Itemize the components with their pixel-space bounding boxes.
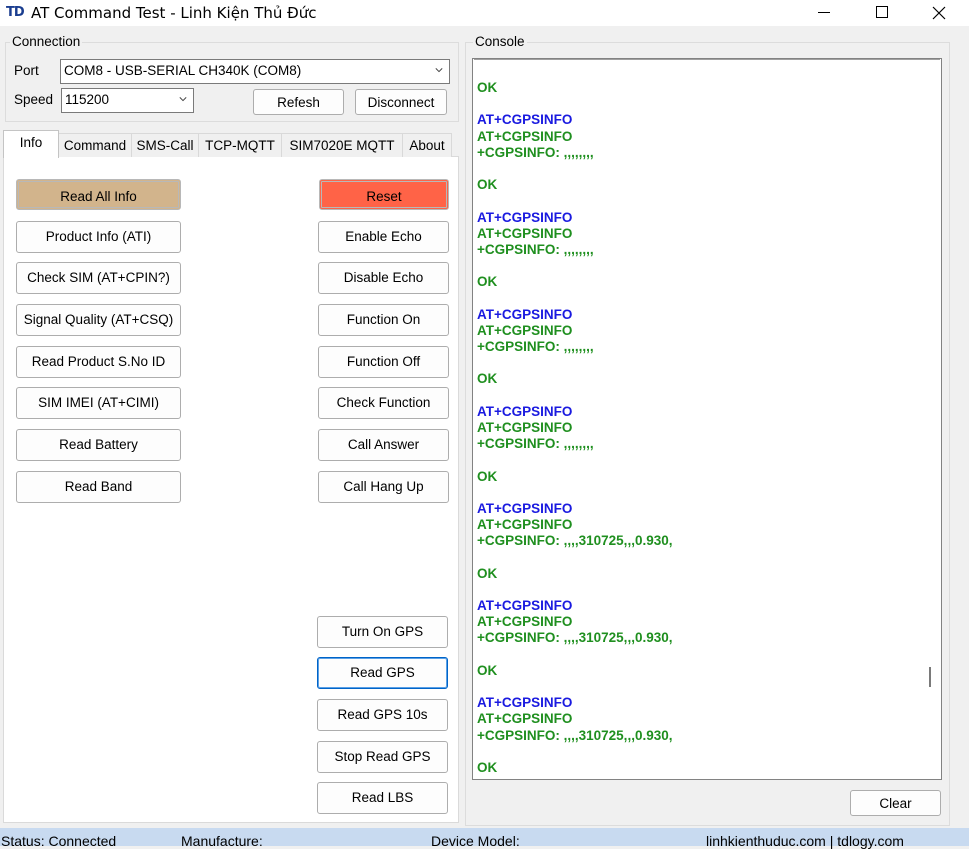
check-sim-button[interactable]: Check SIM (AT+CPIN?): [16, 262, 181, 294]
connection-group-label: Connection: [10, 34, 83, 49]
console-line: AT+CGPSINFO: [477, 128, 573, 144]
console-line: AT+CGPSINFO: [477, 695, 573, 711]
console-lines: OK AT+CGPSINFO AT+CGPSINFO +CGPSINFO: ,,,,,…: [477, 80, 917, 776]
console-line: +CGPSINFO: ,,,,310725,,,0.930,: [477, 727, 673, 743]
console-scrollbar-thumb[interactable]: [929, 667, 931, 687]
status-bar: Status: Connected Manufacture: Device Mo…: [0, 828, 969, 849]
check-function-button[interactable]: Check Function: [318, 387, 449, 419]
port-select-value: COM8 - USB-SERIAL CH340K (COM8): [64, 63, 302, 78]
console-line: OK: [477, 759, 498, 775]
tab-info[interactable]: Info: [3, 130, 59, 158]
close-icon: [932, 6, 946, 20]
turn-on-gps-button[interactable]: Turn On GPS: [317, 616, 448, 648]
read-all-info-button[interactable]: Read All Info: [16, 179, 181, 210]
read-lbs-button[interactable]: Read LBS: [317, 782, 448, 814]
enable-echo-button[interactable]: Enable Echo: [318, 221, 449, 253]
console-line: +CGPSINFO: ,,,,,,,,: [477, 241, 594, 257]
speed-label: Speed: [14, 92, 54, 107]
title-bar: TD AT Command Test - Linh Kiện Thủ Đức: [0, 0, 969, 26]
console-line: +CGPSINFO: ,,,,310725,,,0.930,: [477, 533, 673, 549]
port-select[interactable]: COM8 - USB-SERIAL CH340K (COM8): [60, 59, 450, 84]
status-connection: Status: Connected: [1, 833, 117, 849]
console-line: OK: [477, 468, 498, 484]
console-line: AT+CGPSINFO: [477, 598, 573, 613]
console-line: AT+CGPSINFO: [477, 112, 573, 128]
signal-quality-button[interactable]: Signal Quality (AT+CSQ): [16, 304, 181, 336]
console-line: AT+CGPSINFO: [477, 711, 573, 727]
read-product-sno-button[interactable]: Read Product S.No ID: [16, 346, 181, 378]
speed-select[interactable]: 115200: [61, 88, 194, 113]
console-line: AT+CGPSINFO: [477, 614, 573, 630]
console-line: OK: [477, 274, 498, 290]
tab-command[interactable]: Command: [58, 133, 132, 157]
read-battery-button[interactable]: Read Battery: [16, 429, 181, 461]
tab-sms-call[interactable]: SMS-Call: [131, 133, 199, 157]
status-device-model: Device Model:: [431, 833, 520, 849]
stop-read-gps-button[interactable]: Stop Read GPS: [317, 741, 448, 773]
app-logo-icon: TD: [6, 5, 25, 20]
call-answer-button[interactable]: Call Answer: [318, 429, 449, 461]
console-output[interactable]: OK AT+CGPSINFO AT+CGPSINFO +CGPSINFO: ,,,,,…: [472, 58, 942, 780]
read-gps-button[interactable]: Read GPS: [317, 657, 448, 689]
console-line: AT+CGPSINFO: [477, 225, 573, 241]
disconnect-button[interactable]: Disconnect: [355, 89, 447, 115]
console-line: OK: [477, 565, 498, 581]
read-band-button[interactable]: Read Band: [16, 471, 181, 503]
console-line: OK: [477, 177, 498, 193]
sim-imei-button[interactable]: SIM IMEI (AT+CIMI): [16, 387, 181, 419]
console-line: AT+CGPSINFO: [477, 403, 573, 419]
status-manufacture: Manufacture:: [181, 833, 263, 849]
console-line: AT+CGPSINFO: [477, 517, 573, 533]
console-line: AT+CGPSINFO: [477, 419, 573, 435]
read-gps-10s-button[interactable]: Read GPS 10s: [317, 699, 448, 731]
close-button[interactable]: [916, 0, 962, 26]
chevron-down-icon: [435, 68, 443, 73]
tab-tcp-mqtt[interactable]: TCP-MQTT: [198, 133, 282, 157]
refresh-button[interactable]: Refesh: [253, 89, 344, 115]
minimize-button[interactable]: [800, 0, 846, 26]
port-label: Port: [14, 63, 39, 78]
console-line: +CGPSINFO: ,,,,,,,,: [477, 436, 594, 452]
console-line: AT+CGPSINFO: [477, 500, 573, 516]
tab-sim7020e-mqtt[interactable]: SIM7020E MQTT: [281, 133, 403, 157]
clear-button[interactable]: Clear: [850, 790, 941, 816]
reset-button[interactable]: Reset: [319, 179, 449, 210]
console-line: AT+CGPSINFO: [477, 322, 573, 338]
console-line: +CGPSINFO: ,,,,,,,,: [477, 144, 594, 160]
function-off-button[interactable]: Function Off: [318, 346, 449, 378]
console-scrollbar-track: [474, 59, 940, 60]
console-line: OK: [477, 371, 498, 387]
maximize-button[interactable]: [858, 0, 904, 26]
console-line: +CGPSINFO: ,,,,,,,,: [477, 339, 594, 354]
chevron-down-icon: [179, 97, 187, 102]
console-line: +CGPSINFO: ,,,,310725,,,0.930,: [477, 630, 673, 646]
product-info-button[interactable]: Product Info (ATI): [16, 221, 181, 253]
speed-select-value: 115200: [65, 92, 110, 107]
console-group-label: Console: [473, 34, 527, 49]
window-title: AT Command Test - Linh Kiện Thủ Đức: [31, 4, 317, 22]
console-line: AT+CGPSINFO: [477, 209, 573, 225]
call-hang-up-button[interactable]: Call Hang Up: [318, 471, 449, 503]
status-site: linhkienthuduc.com | tdlogy.com: [706, 833, 904, 849]
console-line: OK: [477, 662, 498, 678]
disable-echo-button[interactable]: Disable Echo: [318, 262, 449, 294]
console-line: AT+CGPSINFO: [477, 306, 573, 322]
function-on-button[interactable]: Function On: [318, 304, 449, 336]
tab-about[interactable]: About: [402, 133, 452, 157]
console-line: OK: [477, 80, 498, 95]
